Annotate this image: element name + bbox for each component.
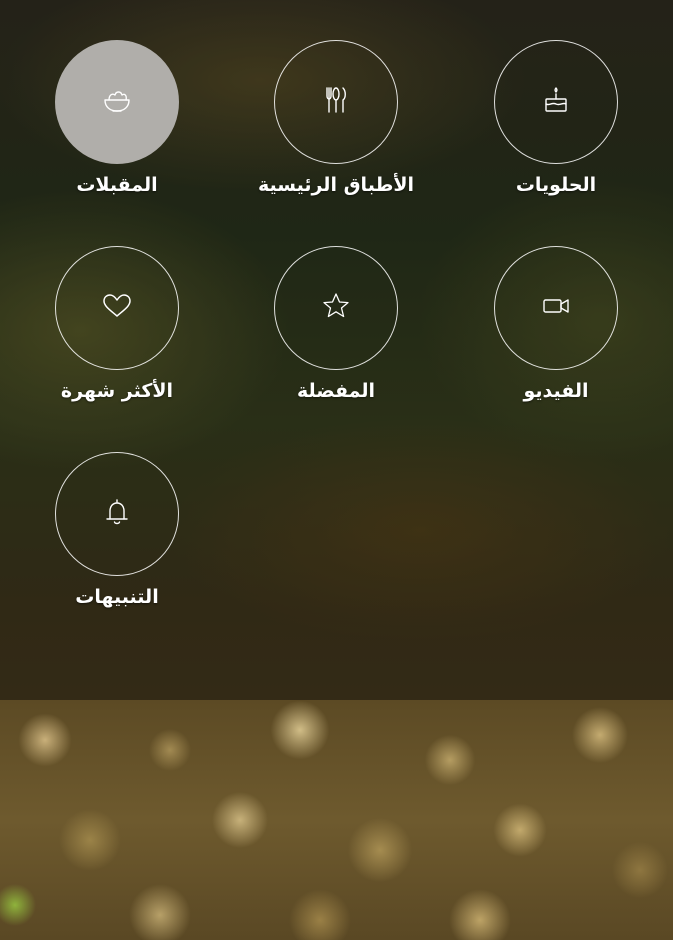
menu-item-label: الحلويات — [515, 174, 597, 196]
menu-item-favorites[interactable]: المفضلة — [236, 242, 436, 432]
menu-item-label: المقبلات — [76, 174, 158, 196]
appetizers-circle-button[interactable] — [55, 40, 179, 164]
cutlery-icon — [319, 83, 353, 121]
notifications-circle-button[interactable] — [55, 452, 179, 576]
menu-item-label: الأطباق الرئيسية — [257, 174, 415, 196]
menu-item-label: التنبيهات — [75, 586, 159, 608]
menu-item-video[interactable]: الفيديو — [456, 242, 656, 432]
food-photo — [0, 700, 673, 940]
desserts-circle-button[interactable] — [494, 40, 618, 164]
most-popular-circle-button[interactable] — [55, 246, 179, 370]
menu-item-label: الأكثر شهرة — [60, 380, 174, 402]
bowl-icon — [100, 83, 134, 121]
menu-item-notifications[interactable]: التنبيهات — [17, 448, 217, 638]
video-camera-icon — [539, 289, 573, 327]
favorites-circle-button[interactable] — [274, 246, 398, 370]
video-circle-button[interactable] — [494, 246, 618, 370]
menu-item-label: المفضلة — [296, 380, 376, 402]
heart-icon — [100, 289, 134, 327]
menu-item-most-popular[interactable]: الأكثر شهرة — [17, 242, 217, 432]
menu-item-desserts[interactable]: الحلويات — [456, 36, 656, 226]
main-dishes-circle-button[interactable] — [274, 40, 398, 164]
bell-icon — [100, 495, 134, 533]
cake-icon — [539, 83, 573, 121]
menu-item-main-dishes[interactable]: الأطباق الرئيسية — [236, 36, 436, 226]
menu-item-label: الفيديو — [523, 380, 589, 402]
star-icon — [319, 289, 353, 327]
menu-item-appetizers[interactable]: المقبلات — [17, 36, 217, 226]
